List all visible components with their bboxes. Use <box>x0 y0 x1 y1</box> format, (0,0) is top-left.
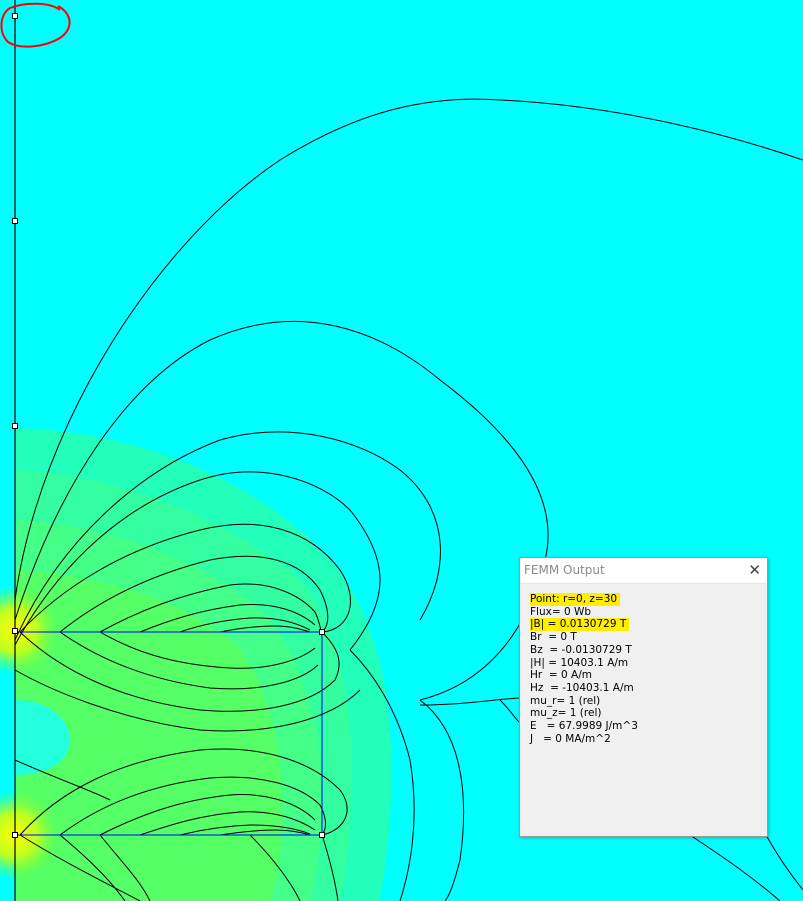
window-title: FEMM Output <box>524 563 605 577</box>
output-line: Br = 0 T <box>530 631 767 644</box>
output-line: J = 0 MA/m^2 <box>530 733 767 746</box>
output-line-text: J = 0 MA/m^2 <box>530 732 611 745</box>
output-line: mu_r= 1 (rel) <box>530 695 767 708</box>
output-line-text: Hz = -10403.1 A/m <box>530 681 634 694</box>
output-line: Hr = 0 A/m <box>530 669 767 682</box>
output-line: Bz = -0.0130729 T <box>530 644 767 657</box>
output-line-text: Bz = -0.0130729 T <box>530 643 632 656</box>
output-line: |H| = 10403.1 A/m <box>530 657 767 670</box>
output-line-text: mu_r= 1 (rel) <box>530 694 601 707</box>
femm-output-window[interactable]: FEMM Output ✕ Point: r=0, z=30 Flux= 0 Wb… <box>519 557 768 837</box>
output-line-text: mu_z= 1 (rel) <box>530 707 602 720</box>
close-icon[interactable]: ✕ <box>748 558 761 583</box>
output-line-text: |B| = 0.0130729 T <box>530 618 630 632</box>
output-line: Point: r=0, z=30 <box>530 593 767 606</box>
output-line: mu_z= 1 (rel) <box>530 707 767 720</box>
output-line-text: Hr = 0 A/m <box>530 669 592 682</box>
output-line-text: |H| = 10403.1 A/m <box>530 656 629 669</box>
annotation-circle <box>0 2 71 48</box>
output-line-text: E = 67.9989 J/m^3 <box>530 720 638 733</box>
output-line-text: Br = 0 T <box>530 631 577 644</box>
output-line-text: Flux= 0 Wb <box>530 605 592 618</box>
output-line-text: Point: r=0, z=30 <box>530 593 621 606</box>
window-titlebar[interactable]: FEMM Output ✕ <box>520 558 767 584</box>
output-text-area: Point: r=0, z=30 Flux= 0 Wb |B| = 0.013072… <box>520 584 767 745</box>
output-line: E = 67.9989 J/m^3 <box>530 720 767 733</box>
output-line: |B| = 0.0130729 T <box>530 618 767 632</box>
output-line: Hz = -10403.1 A/m <box>530 682 767 695</box>
output-line: Flux= 0 Wb <box>530 606 767 619</box>
